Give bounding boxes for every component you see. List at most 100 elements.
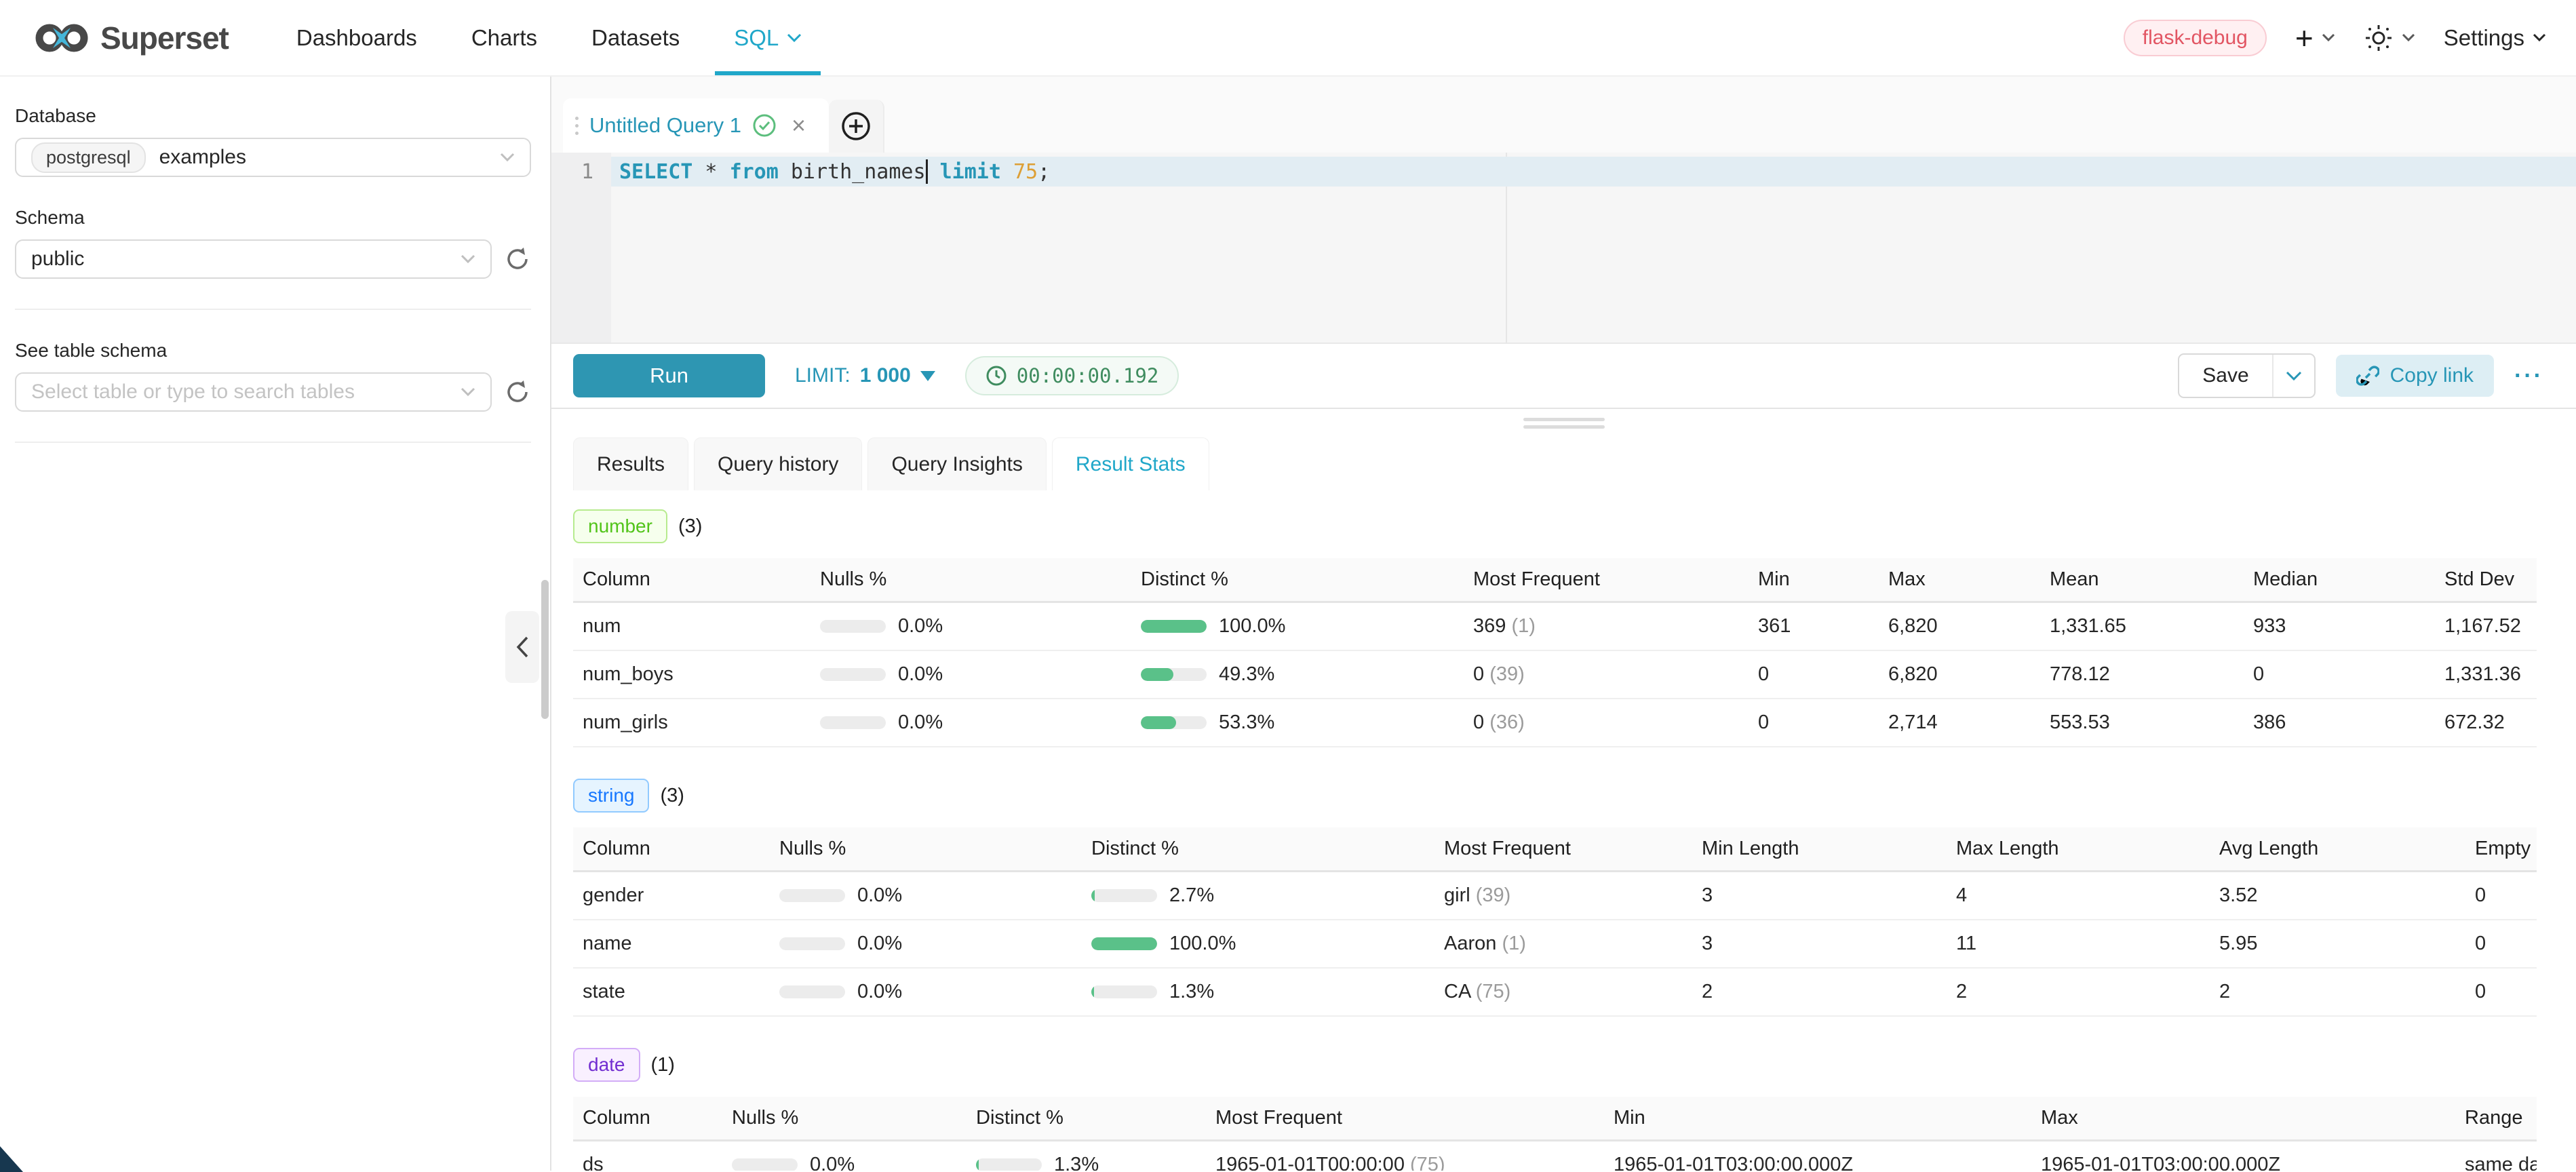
table-select-placeholder: Select table or type to search tables xyxy=(31,380,355,404)
brand-name: Superset xyxy=(100,20,229,56)
new-tab-plus-icon xyxy=(840,111,872,142)
nav-item-dashboards[interactable]: Dashboards xyxy=(269,0,444,75)
theme-menu[interactable] xyxy=(2364,23,2415,53)
superset-brand[interactable]: Superset xyxy=(35,20,229,56)
nav-item-datasets[interactable]: Datasets xyxy=(564,0,707,75)
schema-label: Schema xyxy=(15,207,531,229)
nulls-bar: 0.0% xyxy=(770,884,1082,907)
nulls-bar: 0.0% xyxy=(770,933,1082,955)
tab-results[interactable]: Results xyxy=(573,437,688,490)
main-layout: Database postgresql examples Schema publ… xyxy=(0,77,2576,1171)
chevron-down-icon xyxy=(2286,371,2302,381)
table-row: state 0.0% 1.3% CA (75) 2 2 2 0 xyxy=(573,969,2537,1017)
chevron-down-icon xyxy=(2402,33,2415,42)
top-navbar: Superset Dashboards Charts Datasets SQL … xyxy=(0,0,2576,77)
nulls-bar: 0.0% xyxy=(722,1154,967,1171)
query-toolbar: Run LIMIT: 1 000 00:00:00.192 Save xyxy=(551,343,2576,409)
chevron-down-icon xyxy=(500,153,515,162)
refresh-icon[interactable] xyxy=(504,246,531,273)
chevron-down-icon xyxy=(461,387,475,397)
superset-sql-lab: { "nav": { "brand": "Superset", "items":… xyxy=(0,0,2576,1172)
run-button[interactable]: Run xyxy=(573,354,765,397)
environment-badge: flask-debug xyxy=(2124,20,2267,56)
chevron-down-icon xyxy=(787,33,802,43)
table-header-row: Column Nulls % Distinct % Most Frequent … xyxy=(573,1097,2537,1141)
date-stats-table: Column Nulls % Distinct % Most Frequent … xyxy=(573,1097,2537,1171)
line-number: 1 xyxy=(551,160,611,184)
table-header-row: Column Nulls % Distinct % Most Frequent … xyxy=(573,827,2537,872)
results-tabbar: Results Query history Query Insights Res… xyxy=(551,437,2576,490)
distinct-bar: 2.7% xyxy=(1082,884,1435,907)
superset-logo-icon xyxy=(35,21,88,55)
active-nav-underline xyxy=(715,71,821,75)
stats-section-date: date (1) Column Nulls % Distinct % Most … xyxy=(573,1048,2576,1171)
query-tabstrip: Untitled Query 1 × xyxy=(551,77,2576,153)
code-line-1: 1 SELECT * from birth_names limit 75; xyxy=(551,157,2576,187)
sidebar-divider xyxy=(15,309,531,310)
sidebar-collapse-button[interactable] xyxy=(505,611,539,683)
column-name: ds xyxy=(573,1154,722,1171)
nav-item-charts[interactable]: Charts xyxy=(444,0,564,75)
string-stats-table: Column Nulls % Distinct % Most Frequent … xyxy=(573,827,2537,1017)
nulls-bar: 0.0% xyxy=(770,981,1082,1003)
new-query-tab-button[interactable] xyxy=(829,100,884,153)
clock-icon xyxy=(985,365,1007,387)
tab-query-history[interactable]: Query history xyxy=(694,437,862,490)
plus-icon: + xyxy=(2295,22,2314,54)
schema-value: public xyxy=(31,248,84,271)
new-item-menu[interactable]: + xyxy=(2295,22,2335,54)
nulls-bar: 0.0% xyxy=(811,615,1131,638)
number-stats-table: Column Nulls % Distinct % Most Frequent … xyxy=(573,558,2537,747)
limit-dropdown[interactable]: LIMIT: 1 000 xyxy=(795,364,935,387)
table-header-row: Column Nulls % Distinct % Most Frequent … xyxy=(573,558,2537,603)
type-badge-number: number xyxy=(573,509,667,543)
more-actions-button[interactable]: ··· xyxy=(2514,363,2543,389)
close-icon[interactable]: × xyxy=(792,113,806,138)
column-name: state xyxy=(573,981,770,1003)
query-timer: 00:00:00.192 xyxy=(965,356,1179,395)
limit-value: 1 000 xyxy=(860,364,911,387)
query-tab-active[interactable]: Untitled Query 1 × xyxy=(563,98,829,153)
nav-item-sql[interactable]: SQL xyxy=(707,0,829,75)
tab-query-insights[interactable]: Query Insights xyxy=(867,437,1046,490)
stats-section-string: string (3) Column Nulls % Distinct % Mos… xyxy=(573,779,2576,1017)
tab-result-stats[interactable]: Result Stats xyxy=(1052,437,1209,490)
table-row: name 0.0% 100.0% Aaron (1) 3 11 5.95 0 xyxy=(573,920,2537,969)
schema-select[interactable]: public xyxy=(15,239,492,279)
refresh-icon[interactable] xyxy=(504,378,531,406)
sql-code-editor[interactable]: 1 SELECT * from birth_names limit 75; xyxy=(551,153,2576,343)
table-row: gender 0.0% 2.7% girl (39) 3 4 3.52 0 xyxy=(573,872,2537,920)
nav-right-cluster: flask-debug + Settings xyxy=(2124,20,2546,56)
column-name: name xyxy=(573,933,770,955)
database-select[interactable]: postgresql examples xyxy=(15,138,531,177)
sql-statement: SELECT * from birth_names limit 75; xyxy=(611,157,2576,187)
sql-workspace: Untitled Query 1 × 1 SELECT xyxy=(551,77,2576,1171)
table-select[interactable]: Select table or type to search tables xyxy=(15,372,492,412)
database-value: examples xyxy=(159,146,246,169)
toolbar-right: Save Copy link ··· xyxy=(2178,353,2543,398)
settings-menu[interactable]: Settings xyxy=(2444,25,2546,51)
pane-resize-handle[interactable] xyxy=(551,409,2576,437)
distinct-bar: 100.0% xyxy=(1082,933,1435,955)
column-name: num xyxy=(573,615,811,638)
column-name: num_boys xyxy=(573,663,811,686)
copy-link-button[interactable]: Copy link xyxy=(2336,355,2494,397)
chevron-down-icon xyxy=(2322,33,2335,42)
table-schema-label: See table schema xyxy=(15,340,531,362)
save-split-button: Save xyxy=(2178,353,2315,398)
database-label: Database xyxy=(15,105,531,127)
table-row: num_boys 0.0% 49.3% 0 (39) 0 6,820 778.1… xyxy=(573,651,2537,699)
distinct-bar: 1.3% xyxy=(967,1154,1206,1171)
column-count: (3) xyxy=(678,515,702,538)
main-nav: Dashboards Charts Datasets SQL xyxy=(269,0,829,75)
database-engine-tag: postgresql xyxy=(31,142,146,173)
table-row: num_girls 0.0% 53.3% 0 (36) 0 2,714 553.… xyxy=(573,699,2537,747)
distinct-bar: 1.3% xyxy=(1082,981,1435,1003)
drag-handle-icon[interactable] xyxy=(575,117,579,135)
save-options-button[interactable] xyxy=(2272,355,2314,397)
distinct-bar: 100.0% xyxy=(1131,615,1464,638)
result-stats-panel: number (3) Column Nulls % Distinct % Mos… xyxy=(551,490,2576,1171)
scrollbar-thumb[interactable] xyxy=(541,580,549,719)
nulls-bar: 0.0% xyxy=(811,663,1131,686)
save-button[interactable]: Save xyxy=(2179,355,2271,397)
